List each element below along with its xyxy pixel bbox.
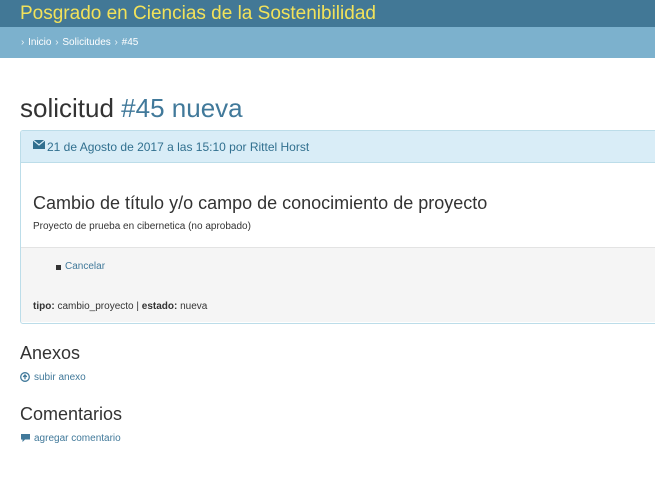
- cancel-link[interactable]: Cancelar: [65, 261, 105, 273]
- circle-arrow-up-icon: [20, 372, 30, 382]
- breadcrumb-item-inicio[interactable]: Inicio: [28, 37, 51, 48]
- add-comment-link[interactable]: agregar comentario: [20, 432, 135, 446]
- comments-title: Comentarios: [20, 404, 123, 424]
- request-actions: Cancelar: [21, 247, 655, 291]
- upload-attachment-link[interactable]: subir anexo: [20, 371, 100, 385]
- add-comment-label: agregar comentario: [34, 433, 121, 444]
- breadcrumb-item-current[interactable]: #45: [122, 37, 139, 48]
- request-panel: 21 de Agosto de 2017 a las 15:10 por Rit…: [20, 130, 655, 324]
- request-description: Proyecto de prueba en cibernetica (no ap…: [33, 221, 251, 232]
- breadcrumb: › Inicio › Solicitudes › #45: [20, 37, 138, 49]
- breadcrumb-bar: › Inicio › Solicitudes › #45: [0, 27, 655, 58]
- request-panel-header: 21 de Agosto de 2017 a las 15:10 por Rit…: [21, 131, 655, 163]
- request-footer: tipo: cambio_proyecto | estado: nueva: [21, 290, 655, 322]
- tipo-label: tipo:: [33, 301, 55, 312]
- top-navbar: Posgrado en Ciencias de la Sostenibilida…: [0, 0, 655, 27]
- site-title[interactable]: Posgrado en Ciencias de la Sostenibilida…: [20, 3, 376, 25]
- page-title-prefix: solicitud: [20, 93, 114, 123]
- page-title-id-status: #45 nueva: [121, 93, 243, 123]
- request-meta: 21 de Agosto de 2017 a las 15:10 por Rit…: [47, 140, 310, 154]
- page-title: solicitud #45 nueva: [20, 91, 243, 125]
- breadcrumb-separator: ›: [21, 37, 25, 48]
- attachments-title: Anexos: [20, 343, 81, 363]
- breadcrumb-separator: ›: [114, 37, 118, 48]
- estado-label: estado:: [141, 301, 178, 312]
- list-bullet: [56, 265, 61, 270]
- request-title: Cambio de título y/o campo de conocimien…: [33, 193, 488, 213]
- breadcrumb-separator: ›: [55, 37, 59, 48]
- tipo-value: cambio_proyecto: [57, 301, 134, 312]
- breadcrumb-item-solicitudes[interactable]: Solicitudes: [62, 37, 110, 48]
- comment-icon: [21, 434, 30, 442]
- request-status-line: tipo: cambio_proyecto | estado: nueva: [33, 301, 207, 313]
- estado-value: nueva: [180, 301, 208, 312]
- upload-attachment-label: subir anexo: [34, 372, 86, 383]
- status-separator: |: [136, 301, 139, 312]
- envelope-icon: [33, 140, 45, 149]
